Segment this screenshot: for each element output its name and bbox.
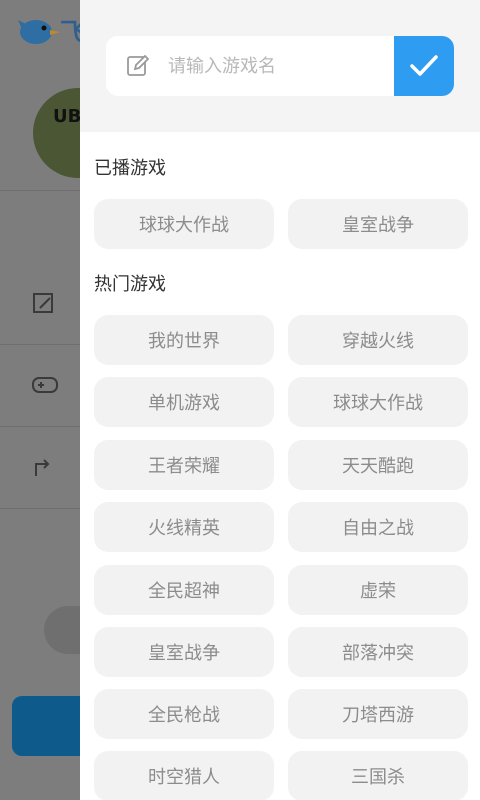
- divider: [0, 190, 80, 191]
- recent-games-title: 已播游戏: [94, 158, 166, 179]
- game-select-drawer: 已播游戏 球球大作战 皇室战争 热门游戏 我的世界 穿越火线 单机游戏 球球大作…: [80, 0, 480, 800]
- game-chip[interactable]: 部落冲突: [288, 627, 468, 677]
- game-chip[interactable]: 穿越火线: [288, 315, 468, 365]
- game-chip[interactable]: 皇室战争: [94, 627, 274, 677]
- search-box: [106, 36, 454, 96]
- share-icon: [32, 454, 58, 480]
- game-chip[interactable]: 虚荣: [288, 565, 468, 615]
- game-chip[interactable]: 球球大作战: [94, 199, 274, 249]
- hot-games-title: 热门游戏: [94, 274, 166, 295]
- gamepad-icon: [32, 374, 58, 400]
- game-chip[interactable]: 自由之战: [288, 502, 468, 552]
- edit-icon: [32, 292, 58, 318]
- game-chip[interactable]: 王者荣耀: [94, 440, 274, 490]
- confirm-button[interactable]: [394, 36, 454, 96]
- divider: [0, 344, 80, 345]
- game-chip[interactable]: 火线精英: [94, 502, 274, 552]
- game-chip[interactable]: 我的世界: [94, 315, 274, 365]
- game-chip[interactable]: 球球大作战: [288, 377, 468, 427]
- game-chip[interactable]: 天天酷跑: [288, 440, 468, 490]
- game-chip[interactable]: 刀塔西游: [288, 689, 468, 739]
- edit-icon: [126, 54, 150, 78]
- checkmark-icon: [410, 55, 438, 76]
- game-chip[interactable]: 皇室战争: [288, 199, 468, 249]
- divider: [0, 426, 80, 427]
- game-chip[interactable]: 时空猎人: [94, 751, 274, 800]
- game-chip[interactable]: 全民枪战: [94, 689, 274, 739]
- game-chip[interactable]: 全民超神: [94, 565, 274, 615]
- game-chip[interactable]: 三国杀: [288, 751, 468, 800]
- divider: [0, 508, 80, 509]
- search-area: [80, 0, 480, 132]
- search-input[interactable]: [168, 50, 388, 82]
- game-chip[interactable]: 单机游戏: [94, 377, 274, 427]
